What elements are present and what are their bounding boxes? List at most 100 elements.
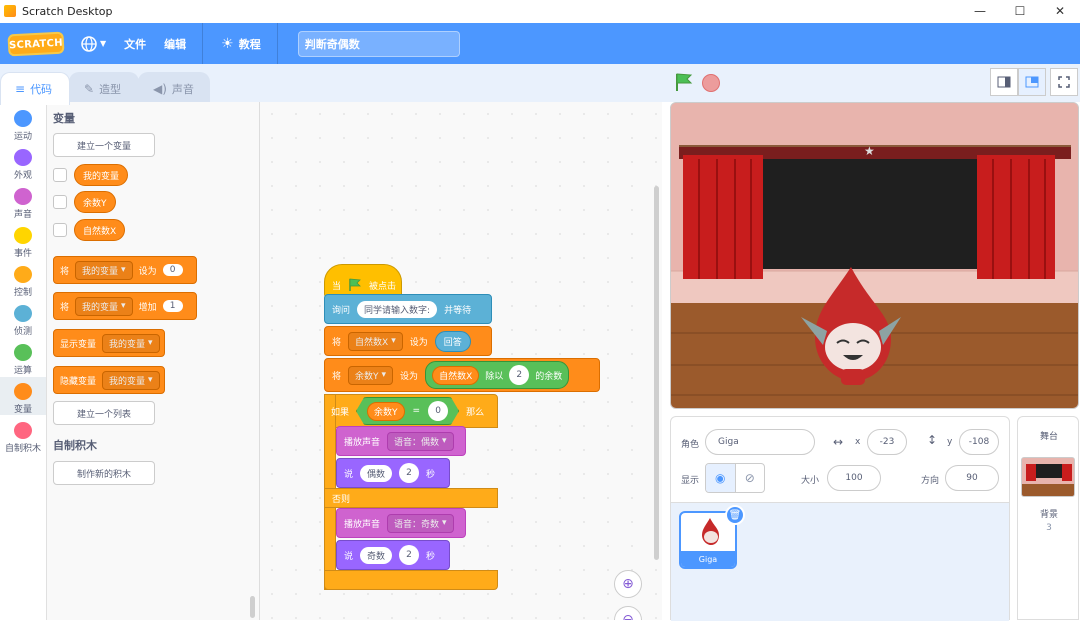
show-variable-block[interactable]: 显示变量 我的变量 ▾ (53, 329, 165, 357)
tab-code[interactable]: ≡ 代码 (0, 72, 70, 105)
change-variable-block[interactable]: 将 我的变量 ▾ 增加 1 (53, 292, 197, 320)
mod-operator-block[interactable]: 自然数X 除以 2 的余数 (425, 361, 570, 389)
variable-dropdown[interactable]: 自然数X ▾ (348, 331, 403, 351)
make-variable-button[interactable]: 建立一个变量 (53, 133, 155, 157)
stop-button[interactable] (702, 74, 720, 92)
set-variable-block[interactable]: 将 我的变量 ▾ 设为 0 (53, 256, 197, 284)
category-looks[interactable]: 外观 (0, 143, 46, 181)
stage-pane-title: 舞台 (1039, 432, 1058, 442)
file-menu[interactable]: 文件 (124, 36, 146, 52)
ask-and-wait-block[interactable]: 询问 同学请输入数字: 并等待 (324, 294, 492, 324)
seconds-input[interactable]: 2 (399, 463, 420, 483)
sound-dropdown[interactable]: 语音：奇数 ▾ (387, 513, 454, 533)
size-input[interactable]: 100 (827, 465, 881, 491)
variable-reporter[interactable]: 自然数X (74, 219, 126, 241)
large-stage-button[interactable] (1018, 68, 1046, 96)
block-text: 并等待 (444, 305, 472, 316)
stage[interactable]: ★ (670, 102, 1079, 409)
variables-section-title: 变量 (53, 112, 75, 125)
category-control[interactable]: 控制 (0, 260, 46, 298)
variable-checkbox[interactable] (53, 168, 67, 182)
variable-reporter[interactable]: 我的变量 (74, 164, 129, 186)
scratch-logo[interactable]: SCRATCH (7, 31, 65, 56)
hide-variable-block[interactable]: 隐藏变量 我的变量 ▾ (53, 366, 165, 394)
tab-costumes-label: 造型 (99, 82, 122, 96)
y-position-input[interactable]: -108 (959, 429, 999, 455)
giga-sprite[interactable] (793, 265, 905, 395)
play-sound-block[interactable]: 播放声音 语音：偶数 ▾ (336, 426, 466, 456)
edit-menu[interactable]: 编辑 (164, 36, 186, 52)
variable-dropdown[interactable]: 我的变量 ▾ (75, 260, 133, 280)
language-menu[interactable]: ▼ (80, 35, 106, 53)
category-label: 运动 (13, 132, 32, 142)
stage-selector[interactable]: 舞台 背景 3 (1017, 416, 1079, 620)
value-input[interactable]: 1 (162, 300, 183, 312)
variable-checkbox[interactable] (53, 223, 67, 237)
zoom-in-button[interactable]: ⊕ (614, 570, 642, 598)
equals-operator-block[interactable]: 余数Y = 0 (356, 397, 460, 425)
tab-costumes[interactable]: ✎ 造型 (69, 72, 139, 104)
hide-eye-icon[interactable]: ⊘ (736, 464, 765, 492)
x-position-input[interactable]: -23 (867, 429, 907, 455)
variable-dropdown[interactable]: 余数Y ▾ (348, 365, 394, 385)
make-block-button[interactable]: 制作新的积木 (53, 461, 155, 485)
ask-text-input[interactable]: 同学请输入数字: (357, 300, 438, 318)
category-dot (14, 227, 32, 244)
close-button[interactable]: ✕ (1040, 0, 1080, 22)
when-flag-clicked-block[interactable]: 当 被点击 (324, 264, 402, 298)
set-variable-x-block[interactable]: 将 自然数X ▾ 设为 回答 (324, 326, 492, 356)
variable-reporter[interactable]: 自然数X (432, 365, 480, 385)
variable-dropdown[interactable]: 我的变量 ▾ (102, 333, 160, 353)
project-title-input[interactable]: 判断奇偶数 (297, 30, 460, 57)
fullscreen-button[interactable] (1050, 68, 1078, 96)
category-sound[interactable]: 声音 (0, 182, 46, 220)
block-categories: 运动 外观 声音 事件 控制 侦测 运算 变量 自制积木 (0, 102, 47, 620)
value-input[interactable]: 0 (162, 264, 183, 276)
sprite-name-input[interactable]: Giga (705, 429, 815, 455)
say-text-input[interactable]: 偶数 (360, 464, 393, 482)
variable-dropdown[interactable]: 我的变量 ▾ (102, 370, 160, 390)
category-my-blocks[interactable]: 自制积木 (0, 416, 46, 454)
show-eye-icon[interactable]: ◉ (706, 464, 736, 492)
dropdown-value: 自然数X (355, 337, 389, 348)
delete-sprite-button[interactable]: 🗑 (725, 505, 745, 525)
play-sound-block[interactable]: 播放声音 语音：奇数 ▾ (336, 508, 466, 538)
block-text: 将 (332, 371, 342, 382)
variable-reporter[interactable]: 余数Y (74, 191, 116, 213)
category-variables[interactable]: 变量 (0, 377, 46, 415)
maximize-button[interactable]: ☐ (1000, 0, 1040, 22)
tab-sounds[interactable]: ◀) 声音 (138, 72, 210, 104)
category-dot (14, 305, 32, 322)
minimize-button[interactable]: — (960, 0, 1000, 22)
workspace-scrollbar[interactable] (654, 186, 659, 560)
variable-checkbox[interactable] (53, 195, 67, 209)
category-label: 侦测 (13, 327, 32, 337)
block-text: 说 (344, 469, 354, 480)
category-motion[interactable]: 运动 (0, 104, 46, 142)
small-stage-button[interactable] (990, 68, 1018, 96)
say-text-input[interactable]: 奇数 (360, 546, 393, 564)
category-sensing[interactable]: 侦测 (0, 299, 46, 337)
green-flag-button[interactable] (674, 72, 694, 92)
palette-scrollbar[interactable] (250, 596, 255, 618)
set-variable-y-block[interactable]: 将 余数Y ▾ 设为 自然数X 除以 2 的余数 (324, 358, 600, 392)
block-text: 的余数 (535, 371, 563, 382)
answer-reporter[interactable]: 回答 (434, 330, 471, 352)
else-header: 否则 (324, 488, 498, 508)
seconds-input[interactable]: 2 (399, 545, 420, 565)
number-input[interactable]: 0 (428, 401, 449, 421)
direction-input[interactable]: 90 (945, 465, 999, 491)
zoom-out-button[interactable]: ⊖ (614, 606, 642, 620)
say-for-secs-block[interactable]: 说 偶数 2 秒 (336, 458, 450, 488)
variable-reporter[interactable]: 余数Y (367, 401, 405, 421)
make-list-button[interactable]: 建立一个列表 (53, 401, 155, 425)
small-stage-icon (997, 76, 1011, 88)
category-events[interactable]: 事件 (0, 221, 46, 259)
sound-dropdown[interactable]: 语音：偶数 ▾ (387, 431, 454, 451)
say-for-secs-block[interactable]: 说 奇数 2 秒 (336, 540, 450, 570)
category-operators[interactable]: 运算 (0, 338, 46, 376)
variable-dropdown[interactable]: 我的变量 ▾ (75, 296, 133, 316)
tutorials-menu[interactable]: ☀ 教程 (221, 36, 261, 52)
number-input[interactable]: 2 (509, 365, 530, 385)
script-workspace[interactable]: 当 被点击 询问 同学请输入数字: 并等待 将 自然数X ▾ 设为 回答 将 余数… (260, 102, 662, 620)
